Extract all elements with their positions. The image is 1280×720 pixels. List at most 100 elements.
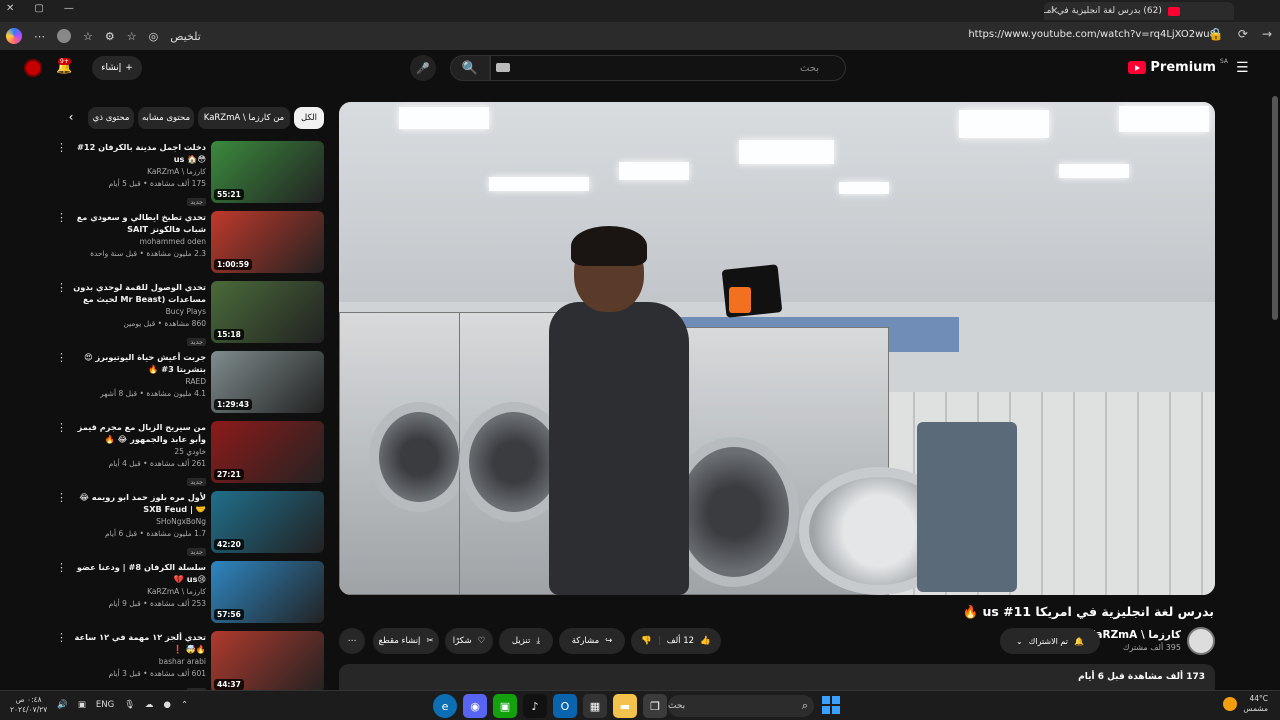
- list-item[interactable]: ⋮ من سيربح الزبال مع مجرم قيمز وأبو عابد…: [54, 421, 324, 486]
- more-vertical-icon[interactable]: ⋮: [56, 281, 67, 294]
- search-button[interactable]: 🔍: [450, 55, 490, 81]
- list-item[interactable]: ⋮ جربت أعيش حياة اليوتيوبرز 😍 بتشريتا 3#…: [54, 351, 324, 413]
- rec-channel[interactable]: SHoNgxBoNg: [72, 516, 206, 528]
- more-vertical-icon[interactable]: ⋮: [56, 631, 67, 644]
- like-count[interactable]: 12 ألف: [667, 636, 694, 646]
- channel-name[interactable]: كارزما \ KaRZmA: [1087, 629, 1181, 641]
- video-player[interactable]: [339, 102, 1215, 595]
- more-options-icon[interactable]: ⋯: [34, 30, 45, 43]
- outlook-icon[interactable]: O: [553, 694, 577, 718]
- maximize-window-icon[interactable]: ▢: [34, 3, 43, 14]
- page-scrollbar[interactable]: [1272, 96, 1278, 320]
- close-window-icon[interactable]: ✕: [6, 3, 14, 14]
- more-vertical-icon[interactable]: ⋮: [56, 141, 67, 154]
- chip-all[interactable]: الكل: [294, 107, 324, 129]
- list-item[interactable]: ⋮ دخلت اجمل مدينة بالكرفان 12# 😳🏠 us كار…: [54, 141, 324, 206]
- clip-button[interactable]: ✂ إنشاء مقطع: [373, 628, 439, 654]
- download-button[interactable]: ⤓ تنزيل: [499, 628, 553, 654]
- tiktok-icon[interactable]: ♪: [523, 694, 547, 718]
- taskbar-clock[interactable]: ٠:٤٨ ص ٢٠٢٤/٠٧/٢٧: [10, 695, 47, 715]
- rec-channel[interactable]: كارزما \ KaRZmA: [72, 166, 206, 178]
- rec-thumbnail[interactable]: 55:21: [211, 141, 324, 203]
- create-button[interactable]: + إنشاء: [92, 56, 142, 80]
- avatar[interactable]: [24, 59, 42, 77]
- more-actions-button[interactable]: ⋯: [339, 628, 365, 654]
- rec-thumbnail[interactable]: 57:56: [211, 561, 324, 623]
- start-button[interactable]: [822, 696, 840, 714]
- chevron-up-icon[interactable]: ⌃: [181, 700, 188, 710]
- rec-thumbnail[interactable]: 42:20: [211, 491, 324, 553]
- refresh-icon[interactable]: ⟳: [1238, 27, 1248, 41]
- volume-icon[interactable]: 🔊: [57, 700, 68, 710]
- task-view-icon[interactable]: ❐: [643, 694, 667, 718]
- rec-thumbnail[interactable]: 44:37: [211, 631, 324, 693]
- rec-title[interactable]: سلسلة الكرفان 8# | ودعنا عضو 😢us 💔: [72, 561, 206, 585]
- subscribed-button[interactable]: 🔔 تم الاشتراك ⌄: [1000, 628, 1100, 654]
- rec-channel[interactable]: bashar arabi: [72, 656, 206, 668]
- url-text[interactable]: https://www.youtube.com/watch?v=rq4LjXO2…: [968, 29, 1216, 40]
- summarize-button[interactable]: تلخيص: [170, 30, 201, 43]
- favorites-icon[interactable]: ☆: [83, 30, 93, 43]
- rec-title[interactable]: تحدي تطبخ ايطالي و سعودي مع شباب فالكونز…: [72, 211, 206, 235]
- rec-thumbnail[interactable]: 27:21: [211, 421, 324, 483]
- browser-tab[interactable]: (62) بدرس لغة انجليزية في امـ ✕: [1044, 2, 1234, 20]
- chevron-left-icon[interactable]: ‹: [64, 110, 78, 124]
- rec-channel[interactable]: Bucy Plays: [72, 306, 206, 318]
- share-button[interactable]: ↪ مشاركة: [559, 628, 625, 654]
- taskbar-weather[interactable]: 44°C مشمس: [1223, 694, 1268, 714]
- rec-channel[interactable]: كارزما \ KaRZmA: [72, 586, 206, 598]
- summarize-icon[interactable]: ◎: [149, 30, 159, 43]
- chip-similar[interactable]: محتوى مشابه: [138, 107, 194, 129]
- list-item[interactable]: ⋮ سلسلة الكرفان 8# | ودعنا عضو 😢us 💔 كار…: [54, 561, 324, 623]
- menu-icon[interactable]: ☰: [1236, 60, 1250, 76]
- rec-channel[interactable]: خاودي 25: [72, 446, 206, 458]
- rec-title[interactable]: جربت أعيش حياة اليوتيوبرز 😍 بتشريتا 3# 🔥: [72, 351, 206, 375]
- language-indicator[interactable]: ENG: [96, 700, 114, 710]
- lock-icon[interactable]: 🔒: [1209, 27, 1224, 41]
- chip-from-channel[interactable]: من كارزما \ KaRZmA: [198, 107, 290, 129]
- copilot-icon[interactable]: [6, 28, 22, 44]
- dislike-icon[interactable]: 👎: [641, 636, 652, 646]
- list-item[interactable]: ⋮ تحدي الوصول للقمة لوحدي بدون مساعدات (…: [54, 281, 324, 346]
- rec-channel[interactable]: RAED: [72, 376, 206, 388]
- rec-title[interactable]: من سيربح الزبال مع مجرم قيمز وأبو عابد و…: [72, 421, 206, 445]
- voice-search-button[interactable]: 🎤: [410, 55, 436, 81]
- extensions-icon[interactable]: ⚙: [105, 30, 115, 43]
- more-vertical-icon[interactable]: ⋮: [56, 421, 67, 434]
- profile-icon[interactable]: [57, 29, 71, 43]
- network-icon[interactable]: ▣: [78, 700, 86, 710]
- more-vertical-icon[interactable]: ⋮: [56, 351, 67, 364]
- channel-avatar[interactable]: [1187, 627, 1215, 655]
- app-green-icon[interactable]: ▣: [493, 694, 517, 718]
- rec-thumbnail[interactable]: 1:00:59: [211, 211, 324, 273]
- chip-similar-2[interactable]: محتوى ذي: [88, 107, 134, 129]
- more-vertical-icon[interactable]: ⋮: [56, 561, 67, 574]
- rec-title[interactable]: تحدي ألجز ١٢ مهمة في ١٢ ساعة 🔥🤯 ❗: [72, 631, 206, 655]
- rec-title[interactable]: لأول مره بلوز حمد ابو رويمه 😂🤝 | SXB Feu…: [72, 491, 206, 515]
- onedrive-icon[interactable]: ☁: [145, 700, 154, 710]
- list-item[interactable]: ⋮ تحدي تطبخ ايطالي و سعودي مع شباب فالكو…: [54, 211, 324, 273]
- keyboard-icon[interactable]: [496, 63, 510, 72]
- mic-tray-icon[interactable]: 🎙: [124, 700, 135, 710]
- minimize-window-icon[interactable]: —: [64, 3, 74, 14]
- list-item[interactable]: ⋮ لأول مره بلوز حمد ابو رويمه 😂🤝 | SXB F…: [54, 491, 324, 556]
- rec-channel[interactable]: mohammed oden: [72, 236, 206, 248]
- rec-title[interactable]: دخلت اجمل مدينة بالكرفان 12# 😳🏠 us: [72, 141, 206, 165]
- rec-thumbnail[interactable]: 1:29:43: [211, 351, 324, 413]
- thanks-button[interactable]: ♡ شكرًا: [445, 628, 493, 654]
- youtube-premium-logo[interactable]: Premium SA: [1128, 58, 1228, 75]
- like-icon[interactable]: 👍: [700, 636, 711, 646]
- store-icon[interactable]: ▦: [583, 694, 607, 718]
- edge-icon[interactable]: e: [433, 694, 457, 718]
- search-input[interactable]: بحث: [490, 55, 846, 81]
- rec-title[interactable]: تحدي الوصول للقمة لوحدي بدون مساعدات (Mr…: [72, 281, 206, 305]
- app-tray-icon[interactable]: ●: [164, 700, 171, 710]
- rec-thumbnail[interactable]: 15:18: [211, 281, 324, 343]
- discord-icon[interactable]: ◉: [463, 694, 487, 718]
- list-item[interactable]: ⋮ تحدي ألجز ١٢ مهمة في ١٢ ساعة 🔥🤯 ❗ bash…: [54, 631, 324, 696]
- back-arrow-icon[interactable]: →: [1262, 27, 1272, 41]
- more-vertical-icon[interactable]: ⋮: [56, 211, 67, 224]
- taskbar-search[interactable]: بحث ⌕: [668, 695, 814, 717]
- tab-close-icon[interactable]: ✕: [1050, 6, 1058, 17]
- add-favorite-icon[interactable]: ☆: [127, 30, 137, 43]
